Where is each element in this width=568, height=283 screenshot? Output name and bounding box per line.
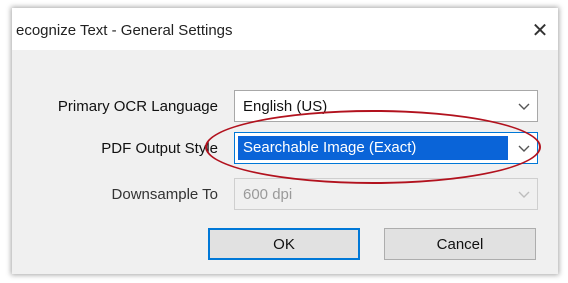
primary-ocr-language-value: English (US) (243, 98, 328, 115)
ok-button[interactable]: OK (208, 228, 360, 260)
downsample-to-value: 600 dpi (243, 186, 293, 203)
pdf-output-style-label: PDF Output Style (101, 140, 218, 157)
pdf-output-style-dropdown[interactable]: Searchable Image (Exact) (234, 132, 538, 164)
downsample-to-label: Downsample To (111, 186, 218, 203)
pdf-output-style-value: Searchable Image (Exact) (243, 139, 417, 156)
dialog-body: Primary OCR Language English (US) PDF Ou… (12, 50, 558, 274)
cancel-button[interactable]: Cancel (384, 228, 536, 260)
downsample-to-dropdown: 600 dpi (234, 178, 538, 210)
chevron-down-icon (518, 145, 530, 152)
title-bar: ecognize Text - General Settings ✕ (12, 8, 558, 50)
primary-ocr-language-label: Primary OCR Language (57, 98, 218, 115)
dialog-title: ecognize Text - General Settings (16, 22, 233, 39)
primary-ocr-language-dropdown[interactable]: English (US) (234, 90, 538, 122)
chevron-down-icon (518, 103, 530, 110)
chevron-down-icon (518, 191, 530, 198)
general-settings-dialog: ecognize Text - General Settings ✕ Prima… (12, 8, 558, 274)
close-icon[interactable]: ✕ (528, 18, 552, 42)
